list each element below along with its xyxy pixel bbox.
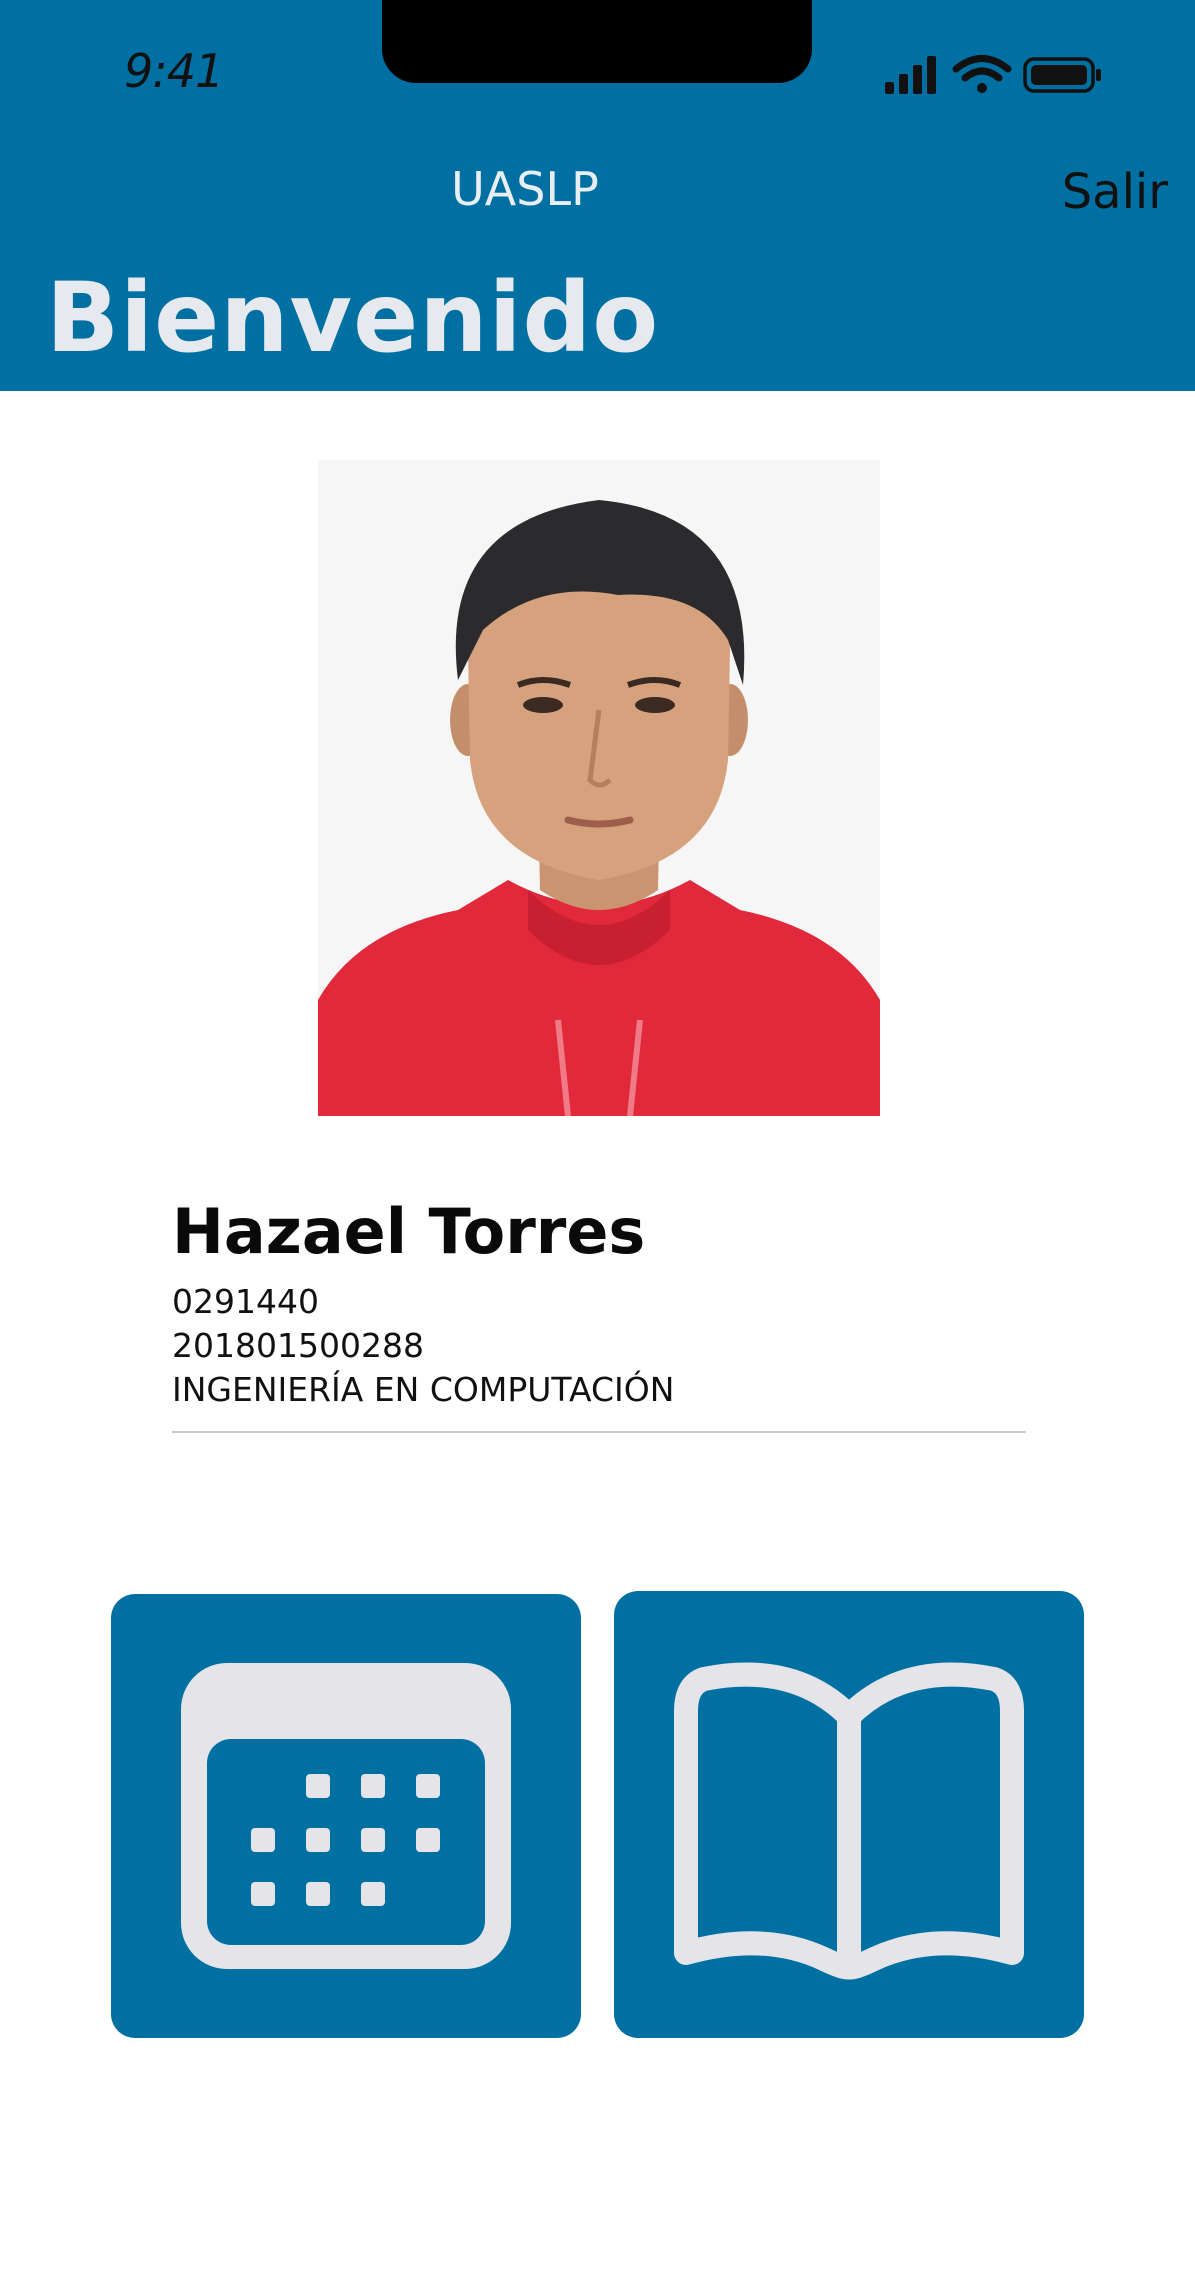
student-photo <box>318 460 880 1116</box>
student-info: Hazael Torres 0291440 201801500288 INGEN… <box>172 1192 1026 1412</box>
book-tile-button[interactable] <box>614 1591 1084 2038</box>
student-account: 201801500288 <box>172 1326 424 1365</box>
student-name: Hazael Torres <box>172 1195 646 1268</box>
status-time: 9:41 <box>124 44 224 98</box>
battery-icon <box>1023 57 1101 93</box>
page-title: Bienvenido <box>46 262 660 374</box>
device-notch <box>382 0 812 83</box>
status-icons <box>885 52 1105 98</box>
wifi-icon <box>952 55 1012 93</box>
header: 9:41 UASLP Salir Bienvenido <box>0 0 1195 391</box>
student-id: 0291440 <box>172 1282 319 1321</box>
exit-button[interactable]: Salir <box>1062 164 1168 220</box>
calendar-tile-button[interactable] <box>111 1594 581 2038</box>
student-career: INGENIERÍA EN COMPUTACIÓN <box>172 1370 675 1409</box>
book-icon <box>674 1662 1024 1980</box>
nav-title: UASLP <box>451 162 599 216</box>
cellular-signal-icon <box>885 56 936 94</box>
calendar-icon <box>181 1663 511 1969</box>
app-screen: 9:41 UASLP Salir Bienvenido Hazael Torre… <box>0 0 1195 2289</box>
divider <box>172 1431 1026 1433</box>
